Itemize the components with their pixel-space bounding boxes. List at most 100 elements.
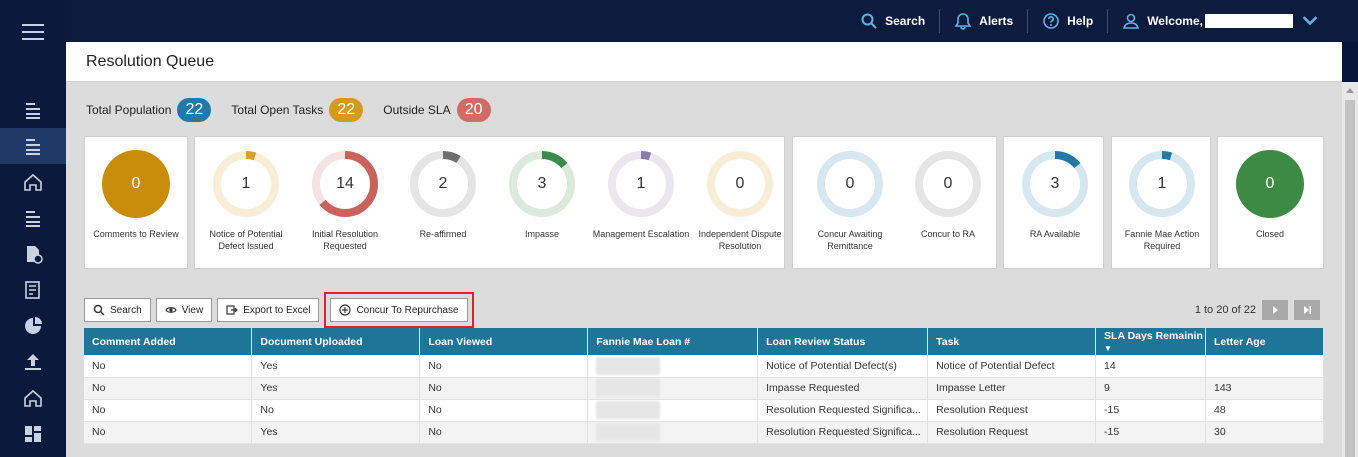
help-icon — [1043, 13, 1059, 29]
search-label: Search — [885, 14, 926, 28]
bell-icon — [954, 13, 972, 30]
status-ring: 0 — [102, 150, 170, 218]
status-count: 0 — [735, 175, 745, 192]
status-tile[interactable]: 0 Independent Dispute Resolution — [690, 150, 790, 252]
export-button[interactable]: Export to Excel — [217, 298, 320, 322]
column-header[interactable]: SLA Days Remainin ▼ — [1095, 328, 1206, 355]
export-icon — [226, 305, 239, 315]
table-row[interactable]: No Yes No Resolution Requested Significa...… — [84, 421, 1324, 444]
outside-sla-badge: 20 — [456, 98, 491, 122]
table-cell: 14 — [1095, 355, 1206, 378]
last-page-button[interactable] — [1294, 300, 1320, 320]
status-ring: 2 — [409, 150, 477, 218]
user-icon — [1123, 13, 1140, 29]
queue-icon[interactable] — [0, 128, 66, 164]
add-file-icon[interactable] — [0, 236, 66, 272]
toolbar: Search View Export to Excel Concur To Re… — [84, 292, 474, 328]
pie-chart-icon[interactable] — [0, 308, 66, 344]
column-header[interactable]: Loan Viewed — [419, 328, 589, 355]
play-icon — [1273, 306, 1278, 314]
scrollbar-thumb[interactable] — [1345, 100, 1355, 457]
main-content: Resolution Queue Total Population 22 Tot… — [66, 42, 1342, 457]
status-tile[interactable]: 2 Re-affirmed — [393, 150, 493, 240]
status-tile[interactable]: 0 Comments to Review — [86, 150, 186, 240]
resolution-table: Comment Added Document Uploaded Loan Viewe… — [84, 328, 1324, 444]
loan-number-redacted — [596, 401, 661, 419]
export-button-label: Export to Excel — [243, 304, 311, 316]
column-header[interactable]: Letter Age — [1205, 328, 1324, 355]
status-tile[interactable]: 3 Impasse — [492, 150, 592, 240]
next-page-button[interactable] — [1262, 300, 1288, 320]
total-population-label: Total Population — [86, 103, 172, 117]
status-label: Management Escalation — [592, 229, 690, 239]
documents-icon[interactable] — [0, 200, 66, 236]
loan-number-redacted — [596, 379, 661, 397]
status-ring: 0 — [1236, 150, 1304, 218]
home-icon[interactable] — [0, 164, 66, 200]
concur-to-repurchase-button[interactable]: Concur To Repurchase — [324, 292, 474, 328]
top-bar: Search Alerts Help Welcome, — [66, 0, 1358, 42]
status-label: Closed — [1255, 229, 1284, 239]
welcome-label: Welcome, — [1147, 14, 1203, 28]
status-tile[interactable]: 0 Concur Awaiting Remittance — [800, 150, 900, 252]
search-link[interactable]: Search — [846, 9, 939, 33]
status-count: 1 — [636, 175, 646, 192]
loan-number-redacted — [596, 423, 661, 441]
table-cell: No — [419, 421, 589, 444]
status-label: Initial Resolution Requested — [311, 229, 379, 251]
user-name-redacted — [1205, 14, 1293, 28]
table-cell: Resolution Request — [927, 399, 1097, 422]
status-count: 0 — [845, 175, 855, 192]
status-tile[interactable]: 1 Notice of Potential Defect Issued — [196, 150, 296, 252]
status-label: Notice of Potential Defect Issued — [209, 229, 283, 251]
menu-icon[interactable] — [22, 24, 44, 40]
list-icon[interactable] — [0, 92, 66, 128]
status-count: 0 — [1265, 175, 1275, 192]
status-tile[interactable]: 14 Initial Resolution Requested — [295, 150, 395, 252]
status-tile[interactable]: 0 Closed — [1220, 150, 1320, 240]
status-tile[interactable]: 3 RA Available — [1005, 150, 1105, 240]
total-open-tasks-label: Total Open Tasks — [231, 103, 324, 117]
status-label: Impasse — [524, 229, 559, 239]
sort-desc-icon[interactable]: ▼ — [1104, 344, 1112, 353]
page-title: Resolution Queue — [66, 42, 1342, 82]
table-cell: -15 — [1095, 421, 1206, 444]
scroll-up-icon[interactable] — [1346, 88, 1354, 93]
column-header[interactable]: Loan Review Status — [757, 328, 929, 355]
table-row[interactable]: No Yes No Impasse Requested Impasse Letter 9 1… — [84, 377, 1324, 400]
concur-button-label: Concur To Repurchase — [356, 304, 459, 316]
column-header[interactable]: Task — [927, 328, 1097, 355]
status-label: Concur Awaiting Remittance — [817, 229, 883, 251]
table-row[interactable]: No No No Resolution Requested Significa... R… — [84, 399, 1324, 422]
table-cell: No — [419, 399, 589, 422]
dashboard-icon[interactable] — [0, 416, 66, 452]
column-header[interactable]: Comment Added — [84, 328, 253, 355]
column-header[interactable]: Document Uploaded — [251, 328, 421, 355]
chevron-down-icon[interactable] — [1301, 12, 1319, 30]
view-button[interactable]: View — [155, 298, 213, 322]
table-cell: No — [84, 377, 253, 400]
pagination: 1 to 20 of 22 — [1195, 300, 1320, 320]
summary-bar: Total Population 22 Total Open Tasks 22 … — [86, 98, 505, 122]
status-label: RA Available — [1029, 229, 1081, 239]
status-tile[interactable]: 0 Concur to RA — [898, 150, 998, 240]
loan-number-redacted — [596, 356, 661, 375]
help-link[interactable]: Help — [1027, 9, 1107, 33]
report-icon[interactable] — [0, 272, 66, 308]
status-ring: 1 — [212, 150, 280, 218]
vertical-scrollbar[interactable] — [1342, 82, 1358, 457]
upload-icon[interactable] — [0, 344, 66, 380]
search-icon — [93, 304, 105, 316]
table-cell — [587, 399, 759, 422]
search-button-label: Search — [110, 304, 142, 316]
column-header[interactable]: Fannie Mae Loan # — [587, 328, 759, 355]
table-cell: 30 — [1205, 421, 1324, 444]
user-menu[interactable]: Welcome, — [1107, 9, 1340, 33]
status-tile[interactable]: 1 Fannie Mae Action Required — [1112, 150, 1212, 252]
status-count: 14 — [336, 175, 354, 192]
search-button[interactable]: Search — [84, 298, 151, 322]
home-outline-icon[interactable] — [0, 380, 66, 416]
table-row[interactable]: No Yes No Notice of Potential Defect(s) Noti… — [84, 355, 1324, 378]
status-tile[interactable]: 1 Management Escalation — [591, 150, 691, 240]
alerts-link[interactable]: Alerts — [939, 9, 1027, 33]
